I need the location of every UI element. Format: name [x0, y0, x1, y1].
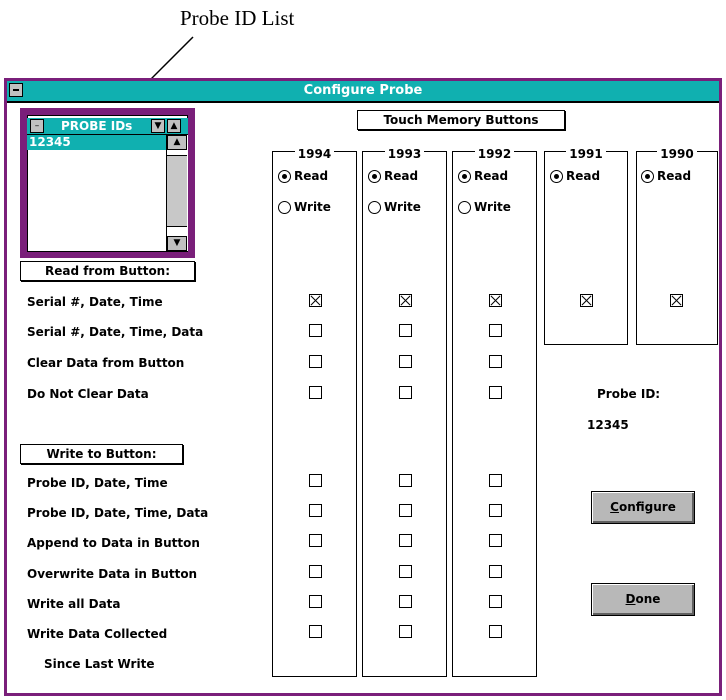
window-title: Configure Probe [303, 83, 423, 98]
year-1993-label: 1993 [384, 147, 425, 161]
checkbox-1992-read-serial-date-time-data[interactable] [489, 324, 502, 337]
checkbox-1993-write-since-last[interactable] [399, 625, 412, 638]
year-1994-label: 1994 [294, 147, 335, 161]
radio-1994-write[interactable] [278, 201, 291, 214]
checkbox-1993-do-not-clear[interactable] [399, 386, 412, 399]
radio-1993-write-label: Write [384, 200, 421, 214]
checkbox-1992-write-probe-date-time[interactable] [489, 474, 502, 487]
probe-list-header: – PROBE IDs ▼ ▲ [27, 118, 188, 135]
probe-id-value: 12345 [587, 418, 629, 432]
done-button-mnemonic: D [625, 592, 636, 606]
checkbox-1992-read-serial-date-time[interactable] [489, 294, 502, 307]
checkbox-1994-write-since-last[interactable] [309, 625, 322, 638]
checkbox-1993-clear-data[interactable] [399, 355, 412, 368]
checkbox-1993-append-data[interactable] [399, 534, 412, 547]
radio-1993-read[interactable] [368, 170, 381, 183]
year-1991-label: 1991 [566, 147, 606, 161]
read-from-button-header: Read from Button: [20, 261, 195, 281]
checkbox-1994-read-serial-date-time[interactable] [309, 294, 322, 307]
checkbox-1994-write-probe-date-time-data[interactable] [309, 504, 322, 517]
radio-1993-read-label: Read [384, 169, 419, 183]
checkbox-1993-read-serial-date-time[interactable] [399, 294, 412, 307]
probe-id-label: Probe ID: [597, 387, 661, 401]
write-option-continuation-label: Since Last Write [44, 657, 155, 671]
checkbox-1993-write-probe-date-time-data[interactable] [399, 504, 412, 517]
checkbox-1993-write-all-data[interactable] [399, 595, 412, 608]
configure-button-label: onfigure [618, 500, 676, 514]
checkbox-1993-read-serial-date-time-data[interactable] [399, 324, 412, 337]
touch-memory-buttons-label: Touch Memory Buttons [357, 110, 565, 130]
checkbox-1992-do-not-clear[interactable] [489, 386, 502, 399]
scroll-down-icon[interactable]: ▼ [167, 236, 187, 251]
write-option-label: Probe ID, Date, Time [27, 476, 168, 490]
checkbox-1994-do-not-clear[interactable] [309, 386, 322, 399]
checkbox-1992-clear-data[interactable] [489, 355, 502, 368]
write-option-label: Probe ID, Date, Time, Data [27, 506, 209, 520]
radio-1990-read[interactable] [641, 170, 654, 183]
probe-list-item-label: 12345 [29, 135, 71, 149]
configure-button[interactable]: Configure [591, 491, 695, 524]
list-menu-icon[interactable]: – [30, 119, 44, 133]
radio-1992-read[interactable] [458, 170, 471, 183]
radio-1990-read-label: Read [657, 169, 692, 183]
read-option-label: Clear Data from Button [27, 356, 185, 370]
checkbox-1992-append-data[interactable] [489, 534, 502, 547]
probe-list-scrollbar[interactable]: ▲ ▼ [166, 135, 188, 251]
radio-1991-read[interactable] [550, 170, 563, 183]
title-bar[interactable]: Configure Probe [7, 81, 719, 103]
read-option-label: Do Not Clear Data [27, 387, 149, 401]
radio-1994-read-label: Read [294, 169, 329, 183]
probe-list-header-label: PROBE IDs [61, 119, 133, 133]
radio-1994-write-label: Write [294, 200, 331, 214]
year-1992-label: 1992 [474, 147, 515, 161]
write-to-button-header: Write to Button: [20, 444, 183, 464]
radio-1991-read-label: Read [566, 169, 601, 183]
list-dropdown-icon[interactable]: ▼ [151, 119, 165, 133]
radio-1992-write-label: Write [474, 200, 511, 214]
write-option-label: Write all Data [27, 597, 121, 611]
configure-button-mnemonic: C [610, 500, 619, 514]
done-button[interactable]: Done [591, 583, 695, 616]
radio-1994-read[interactable] [278, 170, 291, 183]
done-button-label: one [635, 592, 661, 606]
checkbox-1994-clear-data[interactable] [309, 355, 322, 368]
read-option-label: Serial #, Date, Time [27, 295, 163, 309]
radio-1993-write[interactable] [368, 201, 381, 214]
probe-list-item[interactable]: 12345 [27, 135, 167, 150]
checkbox-1992-write-since-last[interactable] [489, 625, 502, 638]
checkbox-1993-write-probe-date-time[interactable] [399, 474, 412, 487]
read-option-label: Serial #, Date, Time, Data [27, 325, 204, 339]
checkbox-1992-overwrite-data[interactable] [489, 565, 502, 578]
window-client-area: Configure Probe – PROBE IDs ▼ ▲ 12345 ▲ … [7, 81, 719, 693]
checkbox-1990-read-serial-date-time[interactable] [670, 294, 683, 307]
list-maximize-icon[interactable]: ▲ [167, 119, 181, 133]
write-option-label: Append to Data in Button [27, 536, 200, 550]
year-1990-label: 1990 [657, 147, 697, 161]
radio-1992-read-label: Read [474, 169, 509, 183]
write-option-label: Write Data Collected [27, 627, 168, 641]
write-option-label: Overwrite Data in Button [27, 567, 198, 581]
checkbox-1994-read-serial-date-time-data[interactable] [309, 324, 322, 337]
checkbox-1994-write-probe-date-time[interactable] [309, 474, 322, 487]
scroll-up-icon[interactable]: ▲ [167, 135, 187, 150]
checkbox-1994-overwrite-data[interactable] [309, 565, 322, 578]
radio-1992-write[interactable] [458, 201, 471, 214]
checkbox-1991-read-serial-date-time[interactable] [580, 294, 593, 307]
checkbox-1994-write-all-data[interactable] [309, 595, 322, 608]
configure-probe-window: Configure Probe – PROBE IDs ▼ ▲ 12345 ▲ … [4, 78, 722, 696]
checkbox-1993-overwrite-data[interactable] [399, 565, 412, 578]
checkbox-1992-write-all-data[interactable] [489, 595, 502, 608]
scroll-thumb[interactable] [167, 155, 187, 227]
checkbox-1994-append-data[interactable] [309, 534, 322, 547]
checkbox-1992-write-probe-date-time-data[interactable] [489, 504, 502, 517]
